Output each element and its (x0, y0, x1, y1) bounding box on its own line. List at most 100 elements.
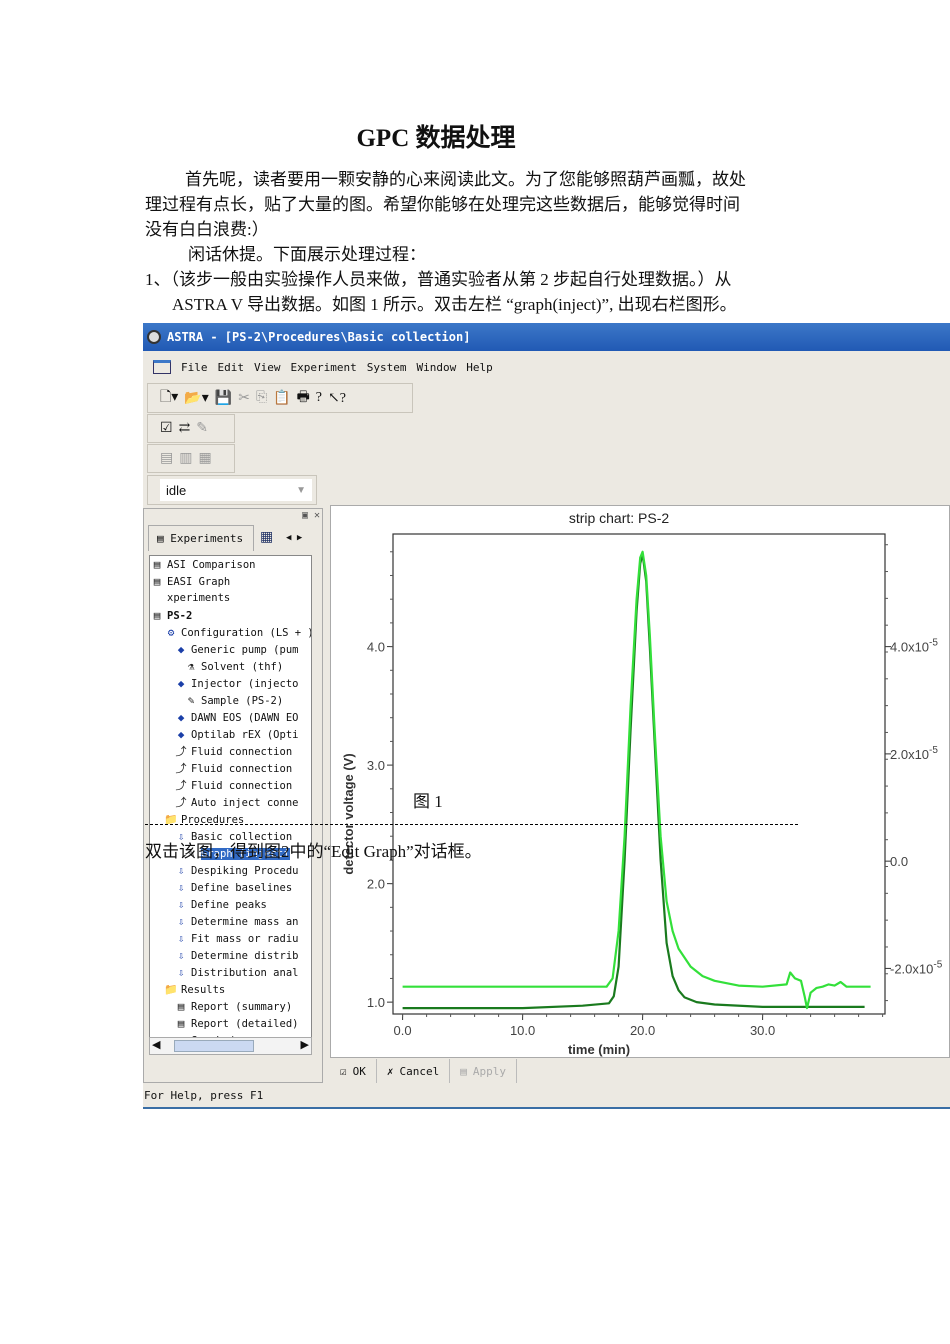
tree-item-label: Generic pump (pum (191, 644, 299, 656)
tree-item-label: DAWN EOS (DAWN EO (191, 712, 299, 724)
scroll-left-icon[interactable]: ◀ (152, 1038, 160, 1051)
menu-bar: File Edit View Experiment System Window … (153, 355, 493, 379)
chart-title: strip chart: PS-2 (569, 510, 670, 526)
tree-item[interactable]: ⤴ Fluid connection (150, 760, 311, 777)
context-help-icon[interactable]: ↖? (328, 390, 346, 407)
panel-close-icon[interactable]: ▣ ✕ (302, 510, 320, 521)
tree-item[interactable]: ⇩ Determine distrib (150, 947, 311, 964)
tree-item-label: Sample (PS-2) (201, 695, 284, 707)
menu-view[interactable]: View (254, 361, 281, 374)
procedure-icon[interactable]: ▤ (160, 450, 173, 467)
tree-item-label: Fit mass or radiu (191, 933, 299, 945)
edit-icon[interactable]: ✎ (196, 420, 208, 437)
menu-window[interactable]: Window (416, 361, 456, 374)
tree-item[interactable]: ▤ ASI Comparison (150, 556, 311, 573)
tree-item[interactable]: ⤴ Auto inject conne (150, 794, 311, 811)
tab-devices-icon[interactable]: ▦ (260, 529, 273, 546)
tree-item[interactable]: ⚙ Configuration (LS + ) (150, 624, 311, 641)
cancel-icon: ✗ (386, 1064, 394, 1078)
tree-item[interactable]: ◆ DAWN EOS (DAWN EO (150, 709, 311, 726)
tree-item[interactable]: 📁 Procedures (150, 811, 311, 828)
tree-item-label: Optilab rEX (Opti (191, 729, 299, 741)
scroll-right-icon[interactable]: ▶ (301, 1038, 309, 1051)
paragraph-line: 1、（该步一般由实验操作人员来做，普通实验者从第 2 步起自行处理数据。）从 (145, 270, 732, 289)
tree-item-label: Report (summary) (191, 1001, 293, 1013)
tree-item[interactable]: ⇩ Define peaks (150, 896, 311, 913)
menu-experiment[interactable]: Experiment (291, 361, 357, 374)
menu-file[interactable]: File (181, 361, 208, 374)
tree-item[interactable]: ⤴ Fluid connection (150, 743, 311, 760)
save-icon[interactable]: 💾 (215, 390, 232, 407)
tree-item[interactable]: ✎ Sample (PS-2) (150, 692, 311, 709)
tree-item[interactable]: ▤ PS-2 (150, 607, 311, 624)
tree-item[interactable]: ⇩ Despiking Procedu (150, 862, 311, 879)
paragraph-line: 双击该图，得到图2中的“Edit Graph”对话框。 (145, 842, 482, 861)
horizontal-scrollbar[interactable]: ◀ ▶ (149, 1037, 312, 1055)
cancel-button[interactable]: ✗ Cancel (377, 1059, 451, 1083)
doc-icon: ▤ (153, 558, 161, 571)
document-title: GPC 数据处理 (356, 125, 516, 152)
tree-item[interactable]: ◆ Optilab rEX (Opti (150, 726, 311, 743)
paste-icon[interactable]: 📋 (273, 390, 290, 407)
y2-tick-label: 0.0 (890, 854, 908, 869)
tree-item[interactable]: ⇩ Define baselines (150, 879, 311, 896)
tree-item[interactable]: ⇩ Distribution anal (150, 964, 311, 981)
new-icon[interactable]: 🗋▾ (160, 386, 178, 410)
tree-item[interactable]: ⇩ Fit mass or radiu (150, 930, 311, 947)
tree-item[interactable]: ▤ EASI Graph (150, 573, 311, 590)
strip-chart[interactable]: strip chart: PS-2 0.0 10.0 20.0 30.0 1.0 2.0 3.… (331, 506, 950, 1059)
figure-caption: 图 1 (413, 792, 443, 811)
tree-item[interactable]: ◆ Injector (injecto (150, 675, 311, 692)
tab-experiments[interactable]: ▤ Experiments (148, 525, 254, 551)
tree-item[interactable]: xperiments (150, 590, 311, 607)
proc-icon: ⇩ (177, 932, 185, 945)
tree-item[interactable]: ⚗ Solvent (thf) (150, 658, 311, 675)
tree-item[interactable]: ▤ Report (detailed) (150, 1015, 311, 1032)
experiments-panel: ▣ ✕ ▤ Experiments ▦ ◀ ▶ ▤ ASI Comparison ▤… (143, 508, 323, 1083)
tree-item[interactable]: ▤ Report (summary) (150, 998, 311, 1015)
menu-edit[interactable]: Edit (218, 361, 245, 374)
copy-icon[interactable]: ⎘ (256, 390, 267, 406)
tree-item[interactable]: ◆ Generic pump (pum (150, 641, 311, 658)
folder-icon: 📁 (164, 813, 178, 826)
window-title-bar: ASTRA - [PS-2\Procedures\Basic collectio… (143, 323, 950, 351)
tab-scroll-arrows[interactable]: ◀ ▶ (286, 533, 302, 543)
procedure-run-icon[interactable]: ▥ (179, 450, 192, 467)
tree-item[interactable]: ⤴ Fluid connection (150, 777, 311, 794)
tree-item-label: EASI Graph (167, 576, 231, 588)
menu-help[interactable]: Help (466, 361, 493, 374)
ok-button[interactable]: ☑ OK (330, 1059, 377, 1083)
paragraph-line: 首先呢，读者要用一颗安静的心来阅读此文。为了您能够照葫芦画瓢，故处 (185, 170, 746, 189)
tree-item[interactable]: ⇩ Determine mass an (150, 913, 311, 930)
document-icon (153, 360, 171, 374)
print-icon[interactable]: 🖶 (297, 386, 310, 410)
run-icon[interactable]: ☑ (160, 420, 173, 437)
proc-icon: ⇩ (177, 966, 185, 979)
tree-item[interactable]: 📁 Results (150, 981, 311, 998)
tree-item-label: Determine mass an (191, 916, 299, 928)
paragraph-line: 没有白白浪费:） (145, 220, 269, 239)
y2-tick-exponent: -5 (929, 638, 938, 649)
cancel-label: Cancel (399, 1064, 440, 1078)
scroll-thumb[interactable] (174, 1040, 254, 1052)
x-tick-label: 0.0 (394, 1023, 412, 1038)
menu-system[interactable]: System (367, 361, 407, 374)
procedure-stop-icon[interactable]: ▦ (198, 450, 211, 467)
chevron-down-icon: ▼ (296, 484, 306, 496)
collect-icon[interactable]: ⇄ (179, 420, 191, 437)
apply-button[interactable]: ▤ Apply (450, 1059, 517, 1083)
dialog-button-bar: ☑ OK ✗ Cancel ▤ Apply (330, 1058, 950, 1084)
experiment-tree[interactable]: ▤ ASI Comparison ▤ EASI Graph xperiments ▤ PS-… (149, 555, 312, 1053)
status-combo[interactable]: idle ▼ (160, 479, 312, 501)
flask-icon: ⚗ (187, 660, 195, 673)
experiment-toolbar: ☑ ⇄ ✎ (147, 414, 235, 443)
strip-chart-panel[interactable]: strip chart: PS-2 0.0 10.0 20.0 30.0 1.0 2.0 3.… (330, 505, 950, 1058)
open-icon[interactable]: 📂▾ (184, 390, 208, 407)
check-icon: ☑ (340, 1064, 347, 1078)
apply-label: Apply (472, 1064, 506, 1078)
x-tick-label: 20.0 (630, 1023, 655, 1038)
y2-tick-mantissa: -2.0x10 (890, 961, 933, 976)
cut-icon[interactable]: ✂ (238, 390, 250, 407)
doc-icon: ▤ (153, 609, 161, 622)
help-icon[interactable]: ? (316, 390, 322, 406)
